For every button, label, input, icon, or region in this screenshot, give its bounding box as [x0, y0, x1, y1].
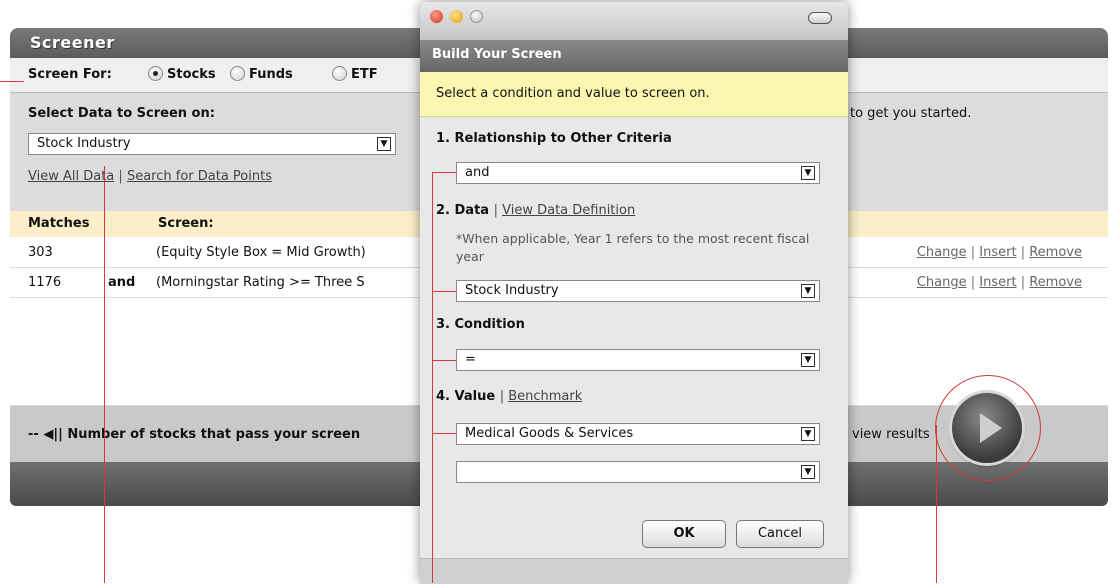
dialog-footer	[420, 558, 848, 584]
data-dropdown-dialog[interactable]: Stock Industry ▼	[456, 280, 820, 302]
radio-etf[interactable]: ETF	[332, 58, 378, 92]
remove-link[interactable]: Remove	[1029, 245, 1082, 260]
callout-line	[936, 425, 937, 583]
zoom-icon[interactable]	[470, 10, 483, 23]
col-matches: Matches	[28, 216, 90, 231]
data-links: View All Data | Search for Data Points	[28, 169, 272, 184]
radio-icon	[230, 66, 245, 81]
radio-icon	[332, 66, 347, 81]
dropdown-arrow-icon: ▼	[801, 166, 815, 180]
callout-line	[432, 172, 456, 173]
dropdown-arrow-icon: ▼	[801, 353, 815, 367]
toolbar-toggle-icon[interactable]	[808, 12, 832, 24]
row-screen: (Morningstar Rating >= Three S	[156, 275, 365, 290]
remove-link[interactable]: Remove	[1029, 275, 1082, 290]
step1-label: 1. Relationship to Other Criteria	[436, 131, 672, 146]
row-matches: 303	[28, 245, 53, 260]
value-dropdown[interactable]: Medical Goods & Services ▼	[456, 423, 820, 445]
step2-label-row: 2. Data | View Data Definition	[436, 203, 636, 218]
row-matches: 1176	[28, 275, 62, 290]
insert-link[interactable]: Insert	[979, 275, 1016, 290]
row-actions: Change | Insert | Remove	[916, 275, 1082, 290]
callout-line	[432, 360, 456, 361]
radio-selected-icon	[148, 66, 163, 81]
row-actions: Change | Insert | Remove	[916, 245, 1082, 260]
started-text: to get you started.	[850, 106, 972, 121]
data-dropdown[interactable]: Stock Industry ▼	[28, 133, 396, 155]
col-screen: Screen:	[158, 216, 214, 231]
callout-circle	[935, 375, 1041, 481]
dropdown-arrow-icon: ▼	[377, 137, 391, 151]
screen-for-label: Screen For:	[28, 67, 112, 82]
condition-dropdown[interactable]: = ▼	[456, 349, 820, 371]
change-link[interactable]: Change	[917, 275, 967, 290]
dialog-titlebar[interactable]	[420, 2, 848, 40]
value-dropdown-secondary[interactable]: ▼	[456, 461, 820, 483]
pass-count-text: -- ◀|| Number of stocks that pass your s…	[28, 427, 361, 442]
dialog-header: Build Your Screen	[420, 40, 848, 72]
insert-link[interactable]: Insert	[979, 245, 1016, 260]
minimize-icon[interactable]	[450, 10, 463, 23]
radio-funds[interactable]: Funds	[230, 58, 293, 92]
cancel-button[interactable]: Cancel	[736, 520, 824, 548]
dropdown-arrow-icon: ▼	[801, 427, 815, 441]
dropdown-arrow-icon: ▼	[801, 284, 815, 298]
build-screen-dialog: Build Your Screen Select a condition and…	[420, 2, 848, 584]
relationship-dropdown[interactable]: and ▼	[456, 162, 820, 184]
benchmark-link[interactable]: Benchmark	[508, 389, 582, 404]
select-data-label: Select Data to Screen on:	[28, 106, 215, 121]
data-note: *When applicable, Year 1 refers to the m…	[456, 231, 810, 264]
callout-line	[432, 291, 456, 292]
callout-line	[432, 172, 433, 583]
view-data-definition-link[interactable]: View Data Definition	[502, 203, 635, 218]
ok-button[interactable]: OK	[642, 520, 726, 548]
dialog-info: Select a condition and value to screen o…	[420, 72, 848, 117]
row-connector: and	[108, 275, 136, 290]
search-data-points-link[interactable]: Search for Data Points	[127, 169, 272, 184]
view-all-data-link[interactable]: View All Data	[28, 169, 114, 184]
callout-line	[0, 81, 24, 82]
callout-line	[104, 166, 105, 583]
radio-stocks[interactable]: Stocks	[148, 58, 216, 92]
close-icon[interactable]	[430, 10, 443, 23]
change-link[interactable]: Change	[917, 245, 967, 260]
view-results-label: view results	[852, 427, 930, 442]
dropdown-arrow-icon: ▼	[801, 465, 815, 479]
step4-label-row: 4. Value | Benchmark	[436, 389, 583, 404]
step3-label: 3. Condition	[436, 317, 525, 332]
row-screen: (Equity Style Box = Mid Growth)	[156, 245, 366, 260]
callout-line	[432, 433, 456, 434]
